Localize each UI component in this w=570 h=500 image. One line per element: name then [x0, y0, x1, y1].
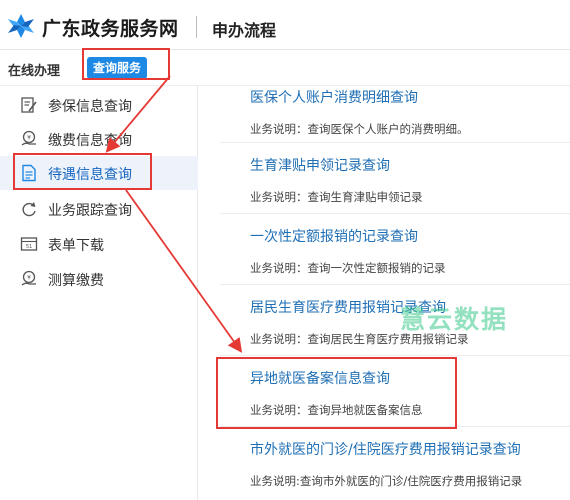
list-item-desc: 业务说明：查询医保个人账户的消费明细。: [250, 122, 469, 136]
form-icon: 51: [20, 237, 38, 251]
refresh-icon: [22, 202, 36, 217]
coin-hand-icon: ¥: [21, 130, 36, 146]
sidebar-item-label: 业务跟踪查询: [48, 203, 132, 219]
site-logo-icon[interactable]: [6, 13, 36, 39]
edit-doc-icon: [21, 97, 37, 113]
sidebar-item-label: 表单下载: [48, 238, 104, 254]
list-item-desc: 业务说明：查询生育津贴申领记录: [250, 190, 423, 204]
calculator-coin-icon: ¥: [21, 270, 36, 286]
tab-online[interactable]: 在线办理: [8, 60, 60, 79]
sidebar-item-form-download[interactable]: 51 表单下载: [0, 227, 198, 261]
highlight-query-tab: [82, 48, 170, 80]
list-item[interactable]: 一次性定额报销的记录查询 业务说明：查询一次性定额报销的记录: [220, 214, 570, 285]
list-item-desc: 业务说明:查询市外就医的门诊/住院医疗费用报销记录: [250, 474, 523, 488]
list-item-title[interactable]: 一次性定额报销的记录查询: [250, 226, 418, 246]
svg-text:51: 51: [26, 244, 32, 250]
sidebar-item-label: 缴费信息查询: [48, 133, 132, 149]
sidebar-item-payment-info[interactable]: ¥ 缴费信息查询: [0, 122, 198, 156]
sidebar: 参保信息查询 ¥ 缴费信息查询 待遇信息查询 业务跟踪查询 51 表单下载 ¥ …: [0, 86, 198, 500]
header-divider: [196, 16, 197, 38]
list-item[interactable]: 生育津贴申领记录查询 业务说明：查询生育津贴申领记录: [220, 143, 570, 214]
watermark: 慧云数据: [400, 305, 509, 334]
query-list: 医保个人账户消费明细查询 业务说明：查询医保个人账户的消费明细。 生育津贴申领记…: [220, 86, 570, 500]
svg-text:¥: ¥: [27, 135, 31, 142]
highlight-offsite-record: [216, 357, 457, 429]
list-item-title[interactable]: 生育津贴申领记录查询: [250, 155, 390, 175]
top-header: 广东政务服务网 申办流程: [0, 0, 570, 50]
site-title[interactable]: 广东政务服务网: [42, 14, 179, 41]
list-item[interactable]: 居民生育医疗费用报销记录查询 业务说明：查询居民生育医疗费用报销记录: [220, 285, 570, 356]
process-link[interactable]: 申办流程: [212, 17, 276, 41]
list-item-desc: 业务说明：查询一次性定额报销的记录: [250, 261, 446, 275]
list-item-title[interactable]: 医保个人账户消费明细查询: [250, 87, 418, 107]
svg-text:¥: ¥: [27, 275, 31, 282]
sidebar-item-label: 参保信息查询: [48, 99, 132, 115]
list-item-title[interactable]: 市外就医的门诊/住院医疗费用报销记录查询: [250, 439, 521, 459]
list-item[interactable]: 市外就医的门诊/住院医疗费用报销记录查询 业务说明:查询市外就医的门诊/住院医疗…: [220, 427, 570, 498]
sidebar-item-payment-calc[interactable]: ¥ 测算缴费: [0, 262, 198, 296]
sidebar-item-business-tracking[interactable]: 业务跟踪查询: [0, 192, 198, 226]
sidebar-item-insurance-info[interactable]: 参保信息查询: [0, 88, 198, 122]
list-item[interactable]: 医保个人账户消费明细查询 业务说明：查询医保个人账户的消费明细。: [220, 86, 570, 143]
sidebar-item-label: 测算缴费: [48, 273, 104, 289]
highlight-benefit-item: [13, 153, 152, 190]
